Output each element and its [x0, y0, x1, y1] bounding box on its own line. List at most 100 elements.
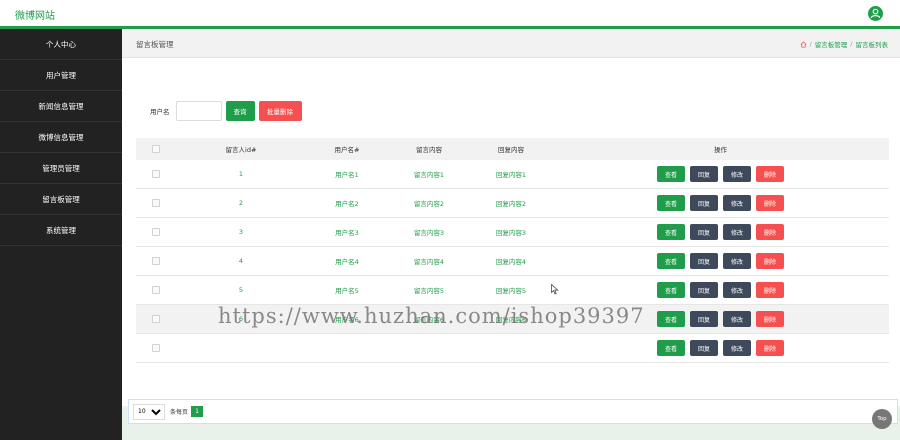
delete-button[interactable]: 删除	[756, 311, 784, 327]
brand-title[interactable]: 微博网站	[15, 7, 55, 22]
batch-delete-button[interactable]: 批量删除	[258, 101, 302, 121]
delete-button[interactable]: 删除	[756, 340, 784, 356]
cell-reply: 回复内容1	[495, 171, 527, 179]
row-checkbox-cell	[136, 257, 176, 265]
cell-message: 留言内容1	[413, 171, 445, 179]
row-checkbox[interactable]	[152, 170, 160, 178]
query-button[interactable]: 查询	[225, 101, 255, 121]
cell-reply: 回复内容4	[495, 258, 527, 266]
sidebar-item-news[interactable]: 新闻信息管理	[0, 91, 122, 122]
delete-button[interactable]: 删除	[756, 282, 784, 298]
row-checkbox[interactable]	[152, 257, 160, 265]
header-reply: 回复内容	[498, 146, 524, 154]
row-checkbox[interactable]	[152, 315, 160, 323]
main-area: 留言板管理 / 留言板管理 / 留言板列表 用户名 查询 批量删除 留言人id#…	[122, 29, 900, 440]
row-checkbox-cell	[136, 315, 176, 323]
row-actions: 查看 回复 修改 删除	[552, 224, 889, 240]
row-checkbox-cell	[136, 286, 176, 294]
view-button[interactable]: 查看	[657, 224, 685, 240]
sidebar-item-users[interactable]: 用户管理	[0, 60, 122, 91]
table-row: 2 用户名2 留言内容2 回复内容2 查看 回复 修改 删除	[136, 189, 889, 218]
edit-button[interactable]: 修改	[723, 166, 751, 182]
header-message: 留言内容	[416, 146, 442, 154]
cell-user: 用户名2	[335, 200, 359, 208]
row-actions: 查看 回复 修改 删除	[552, 253, 889, 269]
header-actions: 操作	[714, 146, 727, 154]
home-icon[interactable]	[800, 40, 807, 48]
breadcrumb-item[interactable]: 留言板管理	[815, 39, 848, 49]
cell-id: 4	[238, 257, 244, 265]
back-to-top-button[interactable]: Top	[872, 409, 892, 429]
sidebar: 个人中心 用户管理 新闻信息管理 微博信息管理 管理员管理 留言板管理 系统管理	[0, 29, 122, 440]
table-header: 留言人id# 用户名# 留言内容 回复内容 操作	[136, 138, 889, 160]
view-button[interactable]: 查看	[657, 253, 685, 269]
row-checkbox[interactable]	[152, 228, 160, 236]
edit-button[interactable]: 修改	[723, 340, 751, 356]
sidebar-item-admins[interactable]: 管理员管理	[0, 153, 122, 184]
breadcrumb-bar: 留言板管理 / 留言板管理 / 留言板列表	[122, 29, 900, 58]
table-row: 3 用户名3 留言内容3 回复内容3 查看 回复 修改 删除	[136, 218, 889, 247]
cell-id: 5	[238, 286, 244, 294]
table-row: 4 用户名4 留言内容4 回复内容4 查看 回复 修改 删除	[136, 247, 889, 276]
table-row: 5 用户名5 留言内容5 回复内容5 查看 回复 修改 删除	[136, 276, 889, 305]
view-button[interactable]: 查看	[657, 166, 685, 182]
pagination-bar: 10 条每页 1	[128, 399, 898, 424]
reply-button[interactable]: 回复	[690, 224, 718, 240]
cell-message: 留言内容4	[413, 258, 445, 266]
view-button[interactable]: 查看	[657, 282, 685, 298]
content-panel: 用户名 查询 批量删除 留言人id# 用户名# 留言内容 回复内容 操作 1 用…	[122, 58, 900, 424]
cell-user: 用户名1	[335, 171, 359, 179]
row-actions: 查看 回复 修改 删除	[552, 282, 889, 298]
search-row: 用户名 查询 批量删除	[150, 101, 302, 121]
reply-button[interactable]: 回复	[690, 282, 718, 298]
sidebar-item-weibo[interactable]: 微博信息管理	[0, 122, 122, 153]
row-checkbox[interactable]	[152, 286, 160, 294]
sidebar-item-messages[interactable]: 留言板管理	[0, 184, 122, 215]
header-checkbox-cell	[136, 145, 176, 153]
delete-button[interactable]: 删除	[756, 166, 784, 182]
view-button[interactable]: 查看	[657, 195, 685, 211]
edit-button[interactable]: 修改	[723, 253, 751, 269]
user-avatar-icon[interactable]	[868, 6, 883, 21]
breadcrumb-item[interactable]: 留言板列表	[856, 39, 889, 49]
cell-user: 用户名5	[335, 287, 359, 295]
reply-button[interactable]: 回复	[690, 195, 718, 211]
view-button[interactable]: 查看	[657, 311, 685, 327]
cell-reply: 回复内容3	[495, 229, 527, 237]
row-checkbox[interactable]	[152, 344, 160, 352]
current-page-button[interactable]: 1	[191, 406, 204, 417]
cell-id: 1	[238, 170, 244, 178]
header-id: 留言人id#	[225, 146, 257, 154]
row-checkbox[interactable]	[152, 199, 160, 207]
delete-button[interactable]: 删除	[756, 195, 784, 211]
reply-button[interactable]: 回复	[690, 340, 718, 356]
view-button[interactable]: 查看	[657, 340, 685, 356]
edit-button[interactable]: 修改	[723, 311, 751, 327]
reply-button[interactable]: 回复	[690, 166, 718, 182]
edit-button[interactable]: 修改	[723, 224, 751, 240]
edit-button[interactable]: 修改	[723, 282, 751, 298]
cell-id: 3	[238, 228, 244, 236]
row-actions: 查看 回复 修改 删除	[552, 340, 889, 356]
row-checkbox-cell	[136, 199, 176, 207]
delete-button[interactable]: 删除	[756, 224, 784, 240]
page-size-label: 条每页	[170, 409, 189, 416]
row-actions: 查看 回复 修改 删除	[552, 166, 889, 182]
edit-button[interactable]: 修改	[723, 195, 751, 211]
row-actions: 查看 回复 修改 删除	[552, 195, 889, 211]
reply-button[interactable]: 回复	[690, 253, 718, 269]
cell-reply: 回复内容5	[495, 287, 527, 295]
cell-user: 用户名3	[335, 229, 359, 237]
delete-button[interactable]: 删除	[756, 253, 784, 269]
reply-button[interactable]: 回复	[690, 311, 718, 327]
page-size-select[interactable]: 10	[133, 403, 165, 420]
username-label: 用户名	[150, 108, 170, 116]
top-bar: 微博网站	[0, 0, 900, 29]
sidebar-item-profile[interactable]: 个人中心	[0, 29, 122, 60]
username-search-input[interactable]	[175, 101, 222, 121]
header-user: 用户名#	[334, 146, 360, 154]
select-all-checkbox[interactable]	[152, 145, 160, 153]
sidebar-item-system[interactable]: 系统管理	[0, 215, 122, 246]
watermark-text: https://www.huzhan.com/ishop39397	[218, 304, 645, 328]
row-checkbox-cell	[136, 170, 176, 178]
